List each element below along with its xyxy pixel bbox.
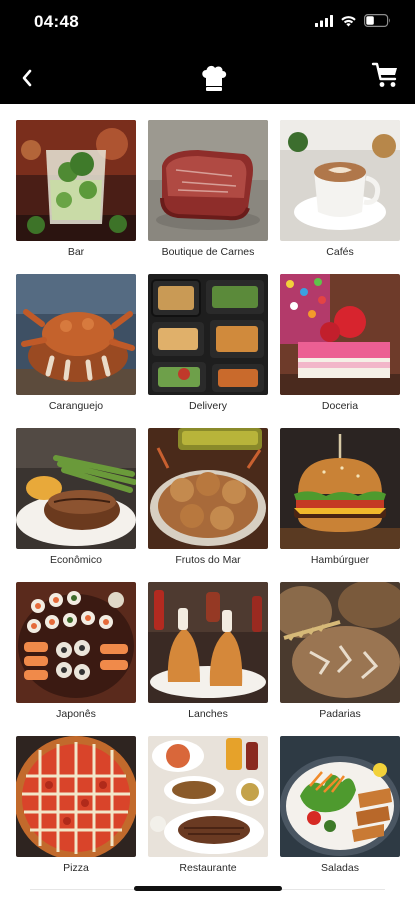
category-label: Econômico	[50, 554, 102, 566]
category-label: Boutique de Carnes	[161, 246, 255, 258]
category-image-boutique-de-carnes	[148, 120, 268, 241]
category-image-hamburguer	[280, 428, 400, 549]
status-time: 04:48	[34, 12, 79, 31]
category-label: Cafés	[326, 246, 354, 258]
category-image-delivery	[148, 274, 268, 395]
category-delivery[interactable]: Delivery	[148, 274, 268, 428]
category-label: Japonês	[56, 708, 96, 720]
category-grid: Bar Boutique de Carnes Cafés Caranguejo …	[16, 120, 400, 890]
cart-button[interactable]	[371, 60, 401, 90]
category-label: Saladas	[321, 862, 359, 874]
category-restaurante[interactable]: Restaurante	[148, 736, 268, 890]
category-image-frutos-do-mar	[148, 428, 268, 549]
category-image-caranguejo	[16, 274, 136, 395]
category-label: Padarias	[319, 708, 361, 720]
category-cafes[interactable]: Cafés	[280, 120, 400, 274]
category-image-bar	[16, 120, 136, 241]
category-bar[interactable]: Bar	[16, 120, 136, 274]
wifi-icon	[341, 15, 356, 26]
shopping-cart-icon	[371, 62, 397, 87]
category-economico[interactable]: Econômico	[16, 428, 136, 582]
navigation-bar	[0, 56, 415, 100]
category-label: Lanches	[188, 708, 228, 720]
home-indicator[interactable]	[134, 886, 282, 891]
category-image-restaurante	[148, 736, 268, 857]
category-lanches[interactable]: Lanches	[148, 582, 268, 736]
category-label: Caranguejo	[48, 400, 104, 412]
top-bar: 04:48	[0, 0, 415, 104]
chef-hat-icon	[202, 65, 227, 91]
back-button[interactable]	[14, 64, 40, 92]
category-label: Doceria	[321, 400, 359, 412]
category-image-cafes	[280, 120, 400, 241]
category-doceria[interactable]: Doceria	[280, 274, 400, 428]
category-image-lanches	[148, 582, 268, 703]
signal-icon	[315, 14, 333, 27]
category-saladas[interactable]: Saladas	[280, 736, 400, 890]
category-label: Delivery	[189, 400, 227, 412]
category-padarias[interactable]: Padarias	[280, 582, 400, 736]
category-image-pizza	[16, 736, 136, 857]
category-boutique-de-carnes[interactable]: Boutique de Carnes	[148, 120, 268, 274]
category-label: Bar	[67, 246, 85, 258]
category-pizza[interactable]: Pizza	[16, 736, 136, 890]
category-image-japones	[16, 582, 136, 703]
category-image-doceria	[280, 274, 400, 395]
category-label: Hambúrguer	[310, 554, 370, 566]
category-label: Frutos do Mar	[175, 554, 241, 566]
category-image-economico	[16, 428, 136, 549]
category-label: Pizza	[63, 862, 89, 874]
chevron-left-icon	[22, 69, 32, 87]
category-image-padarias	[280, 582, 400, 703]
category-japones[interactable]: Japonês	[16, 582, 136, 736]
category-caranguejo[interactable]: Caranguejo	[16, 274, 136, 428]
status-icons	[315, 14, 391, 27]
category-frutos-do-mar[interactable]: Frutos do Mar	[148, 428, 268, 582]
category-image-saladas	[280, 736, 400, 857]
status-bar: 04:48	[0, 0, 415, 44]
battery-icon	[364, 14, 390, 27]
category-label: Restaurante	[179, 862, 237, 874]
category-hamburguer[interactable]: Hambúrguer	[280, 428, 400, 582]
